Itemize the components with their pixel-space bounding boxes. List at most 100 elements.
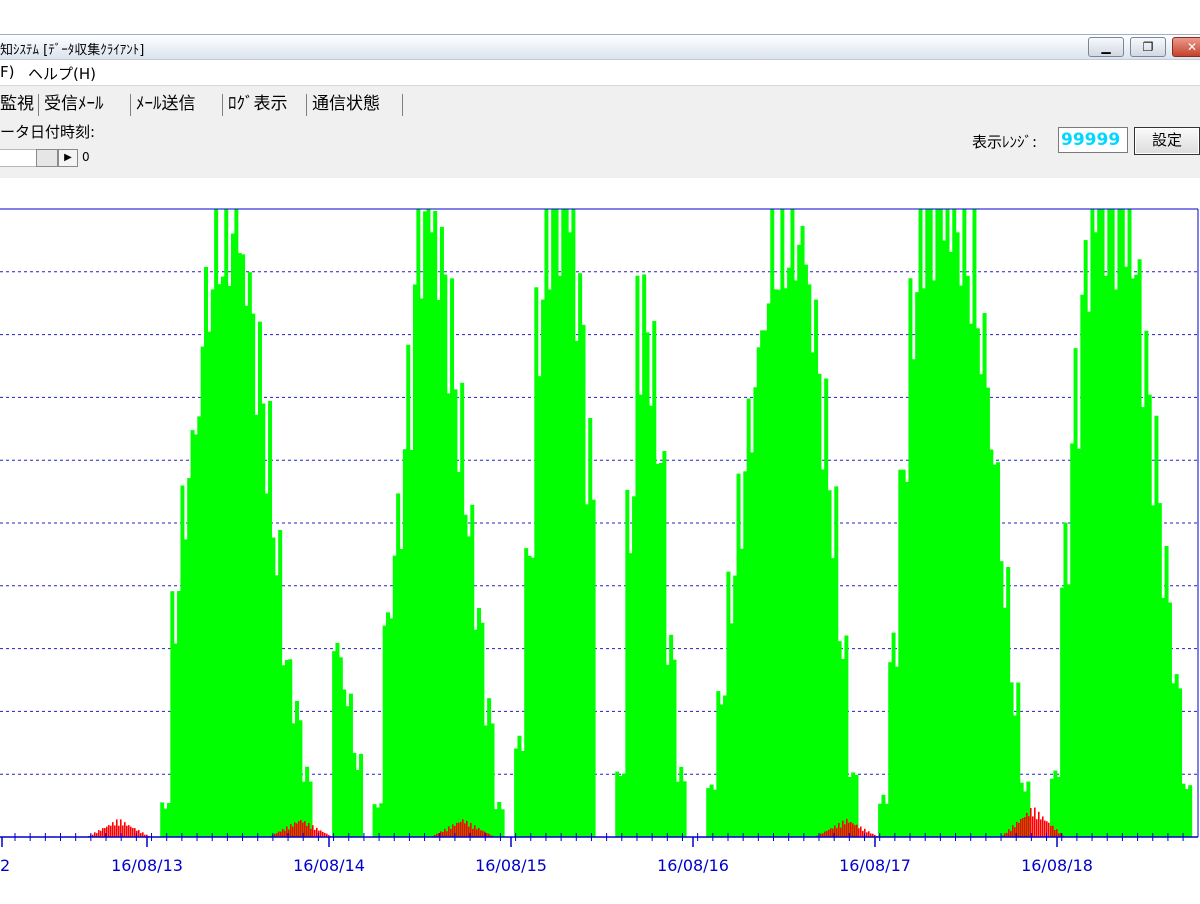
red-bar [462, 819, 464, 837]
title-bar: 知ｼｽﾃﾑ [ﾃﾞｰﾀ収集ｸﾗｲｱﾝﾄ] ▁ ❐ ✕ [0, 34, 1200, 60]
red-bar [280, 831, 282, 837]
red-bar [102, 828, 104, 837]
x-tick-label: 2 [0, 856, 10, 875]
tab-divider [306, 94, 307, 116]
red-bar [98, 830, 100, 837]
red-bar [118, 825, 120, 837]
red-bar [832, 828, 834, 837]
red-bar [304, 821, 306, 837]
red-bar [290, 824, 292, 837]
red-bar [306, 825, 308, 837]
red-bar [1030, 807, 1032, 837]
menu-help[interactable]: ヘルプ(H) [28, 63, 96, 84]
green-bar [591, 499, 596, 837]
red-bar [110, 825, 112, 837]
red-bar [860, 826, 862, 837]
data-datetime-label: ータ日付時刻: [0, 123, 96, 141]
red-bar [1024, 817, 1026, 837]
red-bar [446, 831, 448, 837]
red-bar [868, 831, 870, 837]
close-button[interactable]: ✕ [1172, 37, 1200, 57]
display-range-input[interactable]: 99999 [1058, 127, 1128, 153]
red-bar [474, 825, 476, 837]
green-bar [682, 781, 687, 837]
chart-area: 2 16/08/13 16/08/14 16/08/15 16/08/16 16/08/1… [0, 178, 1200, 900]
tab-received-mail[interactable]: 受信ﾒｰﾙ [44, 92, 104, 118]
red-bar [138, 830, 140, 837]
set-button[interactable]: 設定 [1134, 127, 1200, 155]
red-bar [296, 823, 298, 837]
menu-file[interactable]: F) [0, 63, 14, 81]
red-bar [1010, 831, 1012, 837]
green-bar [359, 753, 364, 837]
red-bar [452, 824, 454, 837]
red-bar [1056, 829, 1058, 837]
tab-divider [38, 94, 39, 116]
red-bar [442, 831, 444, 837]
red-bar [1032, 816, 1034, 837]
red-bar [1044, 820, 1046, 837]
red-bar [128, 825, 130, 837]
red-bar [840, 827, 842, 837]
red-bar [854, 825, 856, 837]
red-bar [1012, 825, 1014, 837]
tab-comm-status[interactable]: 通信状態 [312, 92, 380, 118]
red-bar [852, 823, 854, 837]
red-bar [1042, 816, 1044, 837]
red-bar [1048, 822, 1050, 837]
restore-button[interactable]: ❐ [1130, 37, 1166, 57]
menu-bar: F) ヘルプ(H) [0, 60, 1200, 86]
tab-divider [130, 94, 131, 116]
red-bar [1008, 829, 1010, 837]
red-bar [320, 830, 322, 837]
red-bar [314, 829, 316, 837]
red-bar [450, 828, 452, 837]
window-title: 知ｼｽﾃﾑ [ﾃﾞｰﾀ収集ｸﾗｲｱﾝﾄ] [0, 43, 145, 58]
minimize-button[interactable]: ▁ [1088, 37, 1124, 57]
tab-log-view[interactable]: ﾛｸﾞ表示 [228, 92, 288, 118]
red-bar [300, 819, 302, 837]
red-bar [460, 821, 462, 837]
red-bar [1038, 811, 1040, 837]
red-bar [464, 823, 466, 837]
red-bar [308, 822, 310, 837]
red-bar [830, 828, 832, 837]
red-bar [114, 825, 116, 837]
red-bar [480, 830, 482, 837]
red-bar [850, 822, 852, 837]
red-bar [1020, 818, 1022, 837]
restore-icon: ❐ [1142, 40, 1154, 54]
red-bar [124, 822, 126, 837]
monitor-chart: 2 16/08/13 16/08/14 16/08/15 16/08/16 16/08/1… [0, 208, 1199, 875]
red-bar [282, 828, 284, 837]
red-bar [846, 818, 848, 837]
slider-right-arrow-button[interactable]: ▶ [58, 149, 78, 167]
red-bar [310, 828, 312, 837]
tab-monitor[interactable]: 監視 [0, 92, 34, 118]
red-bar [134, 828, 136, 837]
red-bar [444, 828, 446, 837]
datetime-slider-thumb[interactable] [36, 149, 58, 167]
red-bar [1050, 825, 1052, 837]
x-tick-label: 16/08/13 [111, 856, 183, 875]
red-bar [116, 819, 118, 837]
red-bar [278, 831, 280, 837]
slider-value: 0 [82, 150, 90, 164]
red-bar [1022, 817, 1024, 837]
minimize-icon: ▁ [1101, 40, 1111, 54]
red-bar [1034, 807, 1036, 837]
red-bar [828, 829, 830, 837]
red-bar [478, 827, 480, 837]
red-bar [286, 826, 288, 837]
red-bar [836, 828, 838, 837]
red-bar [482, 830, 484, 837]
red-bar [104, 828, 106, 837]
red-bar [132, 828, 134, 837]
red-bar [1014, 827, 1016, 837]
x-tick-label: 16/08/18 [1021, 856, 1093, 875]
tab-send-mail[interactable]: ﾒｰﾙ送信 [136, 92, 196, 118]
red-bar [112, 822, 114, 837]
red-bar [1028, 816, 1030, 837]
red-bar [316, 827, 318, 837]
red-bar [458, 822, 460, 837]
